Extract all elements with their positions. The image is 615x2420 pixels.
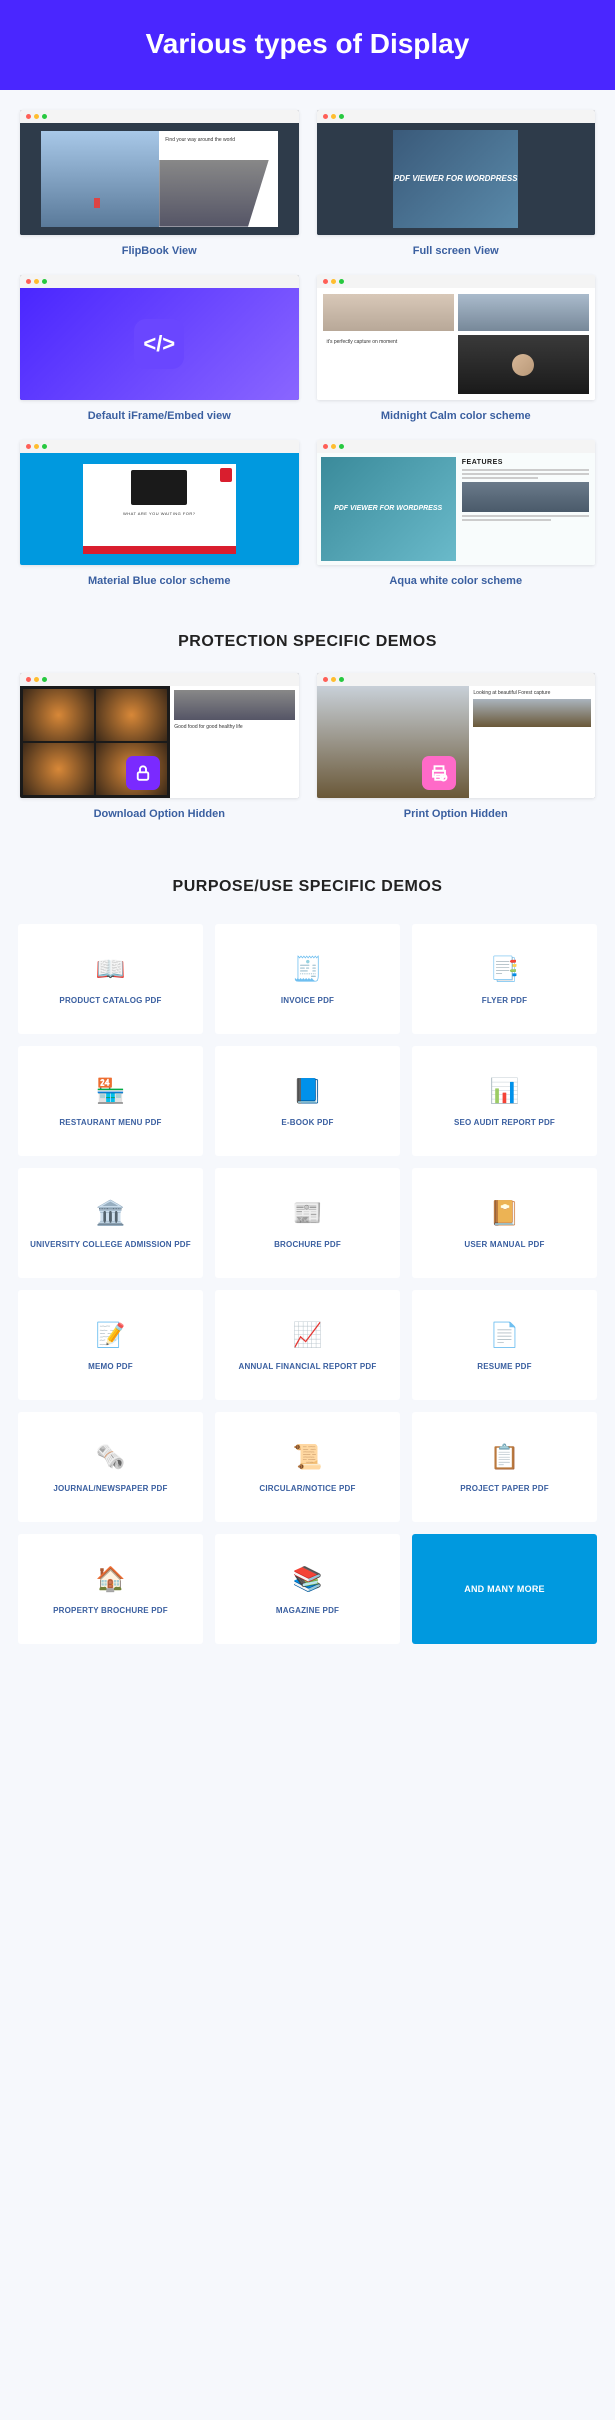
purpose-tile-1[interactable]: 🧾 INVOICE PDF	[215, 924, 400, 1034]
display-card-flipbook[interactable]: Find your way around the world FlipBook …	[20, 110, 299, 257]
purpose-tile-5[interactable]: 📊 SEO AUDIT REPORT PDF	[412, 1046, 597, 1156]
display-card-midnight[interactable]: it's perfectly capture on moment Midnigh…	[317, 275, 596, 422]
caption: Download Option Hidden	[94, 808, 225, 820]
tile-label: MEMO PDF	[82, 1362, 139, 1371]
purpose-tile-17[interactable]: AND MANY MORE	[412, 1534, 597, 1644]
tile-icon: 📈	[292, 1320, 324, 1352]
display-card-fullscreen[interactable]: PDF VIEWER FOR WORDPRESS Full screen Vie…	[317, 110, 596, 257]
code-icon: </>	[134, 319, 184, 369]
download-hidden-thumb: Good food for good healthy life	[20, 673, 299, 798]
tile-icon: 📊	[489, 1076, 521, 1108]
tile-label: AND MANY MORE	[458, 1584, 550, 1594]
purpose-tile-7[interactable]: 📰 BROCHURE PDF	[215, 1168, 400, 1278]
tile-label: UNIVERSITY COLLEGE ADMISSION PDF	[24, 1240, 197, 1249]
pdf-cover-text: PDF VIEWER FOR WORDPRESS	[393, 130, 518, 229]
tile-label: MAGAZINE PDF	[270, 1606, 345, 1615]
tile-label: INVOICE PDF	[275, 996, 340, 1005]
caption: FlipBook View	[122, 245, 197, 257]
tile-label: RESUME PDF	[471, 1362, 537, 1371]
print-disabled-icon	[422, 756, 456, 790]
midnight-thumb: it's perfectly capture on moment	[317, 275, 596, 400]
flipbook-thumb: Find your way around the world	[20, 110, 299, 235]
tile-label: USER MANUAL PDF	[458, 1240, 550, 1249]
display-card-material-blue[interactable]: WHAT ARE YOU WAITING FOR? Material Blue …	[20, 440, 299, 587]
material-blue-thumb: WHAT ARE YOU WAITING FOR?	[20, 440, 299, 565]
aqua-features-title: FEATURES	[462, 459, 589, 466]
purpose-tile-0[interactable]: 📖 PRODUCT CATALOG PDF	[18, 924, 203, 1034]
purpose-tile-2[interactable]: 📑 FLYER PDF	[412, 924, 597, 1034]
aqua-cover-text: PDF VIEWER FOR WORDPRESS	[321, 457, 456, 561]
tile-label: E-BOOK PDF	[275, 1118, 339, 1127]
aqua-thumb: PDF VIEWER FOR WORDPRESS FEATURES	[317, 440, 596, 565]
caption: Print Option Hidden	[404, 808, 508, 820]
caption: Default iFrame/Embed view	[88, 410, 231, 422]
purpose-section-title: PURPOSE/USE SPECIFIC DEMOS	[0, 878, 615, 896]
caption: Aqua white color scheme	[389, 575, 522, 587]
purpose-tile-9[interactable]: 📝 MEMO PDF	[18, 1290, 203, 1400]
tile-label: JOURNAL/NEWSPAPER PDF	[47, 1484, 173, 1493]
purpose-tile-4[interactable]: 📘 E-BOOK PDF	[215, 1046, 400, 1156]
purpose-tile-13[interactable]: 📜 CIRCULAR/NOTICE PDF	[215, 1412, 400, 1522]
hero-title: Various types of Display	[0, 28, 615, 60]
display-card-iframe[interactable]: </> Default iFrame/Embed view	[20, 275, 299, 422]
protection-card-print-hidden[interactable]: Looking at beautiful Forest capture Prin…	[317, 673, 596, 820]
fullscreen-thumb: PDF VIEWER FOR WORDPRESS	[317, 110, 596, 235]
purpose-tile-16[interactable]: 📚 MAGAZINE PDF	[215, 1534, 400, 1644]
forest-text: Looking at beautiful Forest capture	[473, 690, 591, 696]
purpose-tile-10[interactable]: 📈 ANNUAL FINANCIAL REPORT PDF	[215, 1290, 400, 1400]
purpose-tile-8[interactable]: 📔 USER MANUAL PDF	[412, 1168, 597, 1278]
purpose-tile-3[interactable]: 🏪 RESTAURANT MENU PDF	[18, 1046, 203, 1156]
caption: Full screen View	[413, 245, 499, 257]
lock-icon	[126, 756, 160, 790]
tile-label: FLYER PDF	[476, 996, 534, 1005]
tile-icon: 🏪	[95, 1076, 127, 1108]
food-text: Good food for good healthy life	[174, 724, 294, 730]
tile-label: BROCHURE PDF	[268, 1240, 347, 1249]
tile-icon: 📚	[292, 1564, 324, 1596]
purpose-tile-14[interactable]: 📋 PROJECT PAPER PDF	[412, 1412, 597, 1522]
tile-label: PROPERTY BROCHURE PDF	[47, 1606, 174, 1615]
print-hidden-thumb: Looking at beautiful Forest capture	[317, 673, 596, 798]
book-text: Find your way around the world	[159, 131, 277, 160]
tile-icon: 🏛️	[95, 1198, 127, 1230]
iframe-thumb: </>	[20, 275, 299, 400]
tile-icon: 📘	[292, 1076, 324, 1108]
tile-label: CIRCULAR/NOTICE PDF	[253, 1484, 361, 1493]
caption: Material Blue color scheme	[88, 575, 230, 587]
tile-icon: 📖	[95, 954, 127, 986]
tile-label: PROJECT PAPER PDF	[454, 1484, 555, 1493]
tile-icon: 📄	[489, 1320, 521, 1352]
caption: Midnight Calm color scheme	[381, 410, 531, 422]
tile-icon: 📜	[292, 1442, 324, 1474]
macbook-text: WHAT ARE YOU WAITING FOR?	[123, 511, 196, 516]
tile-icon: 📔	[489, 1198, 521, 1230]
tile-icon: 📋	[489, 1442, 521, 1474]
display-card-aqua[interactable]: PDF VIEWER FOR WORDPRESS FEATURES Aqua w…	[317, 440, 596, 587]
protection-section-title: PROTECTION SPECIFIC DEMOS	[0, 633, 615, 651]
purpose-tile-6[interactable]: 🏛️ UNIVERSITY COLLEGE ADMISSION PDF	[18, 1168, 203, 1278]
tile-label: ANNUAL FINANCIAL REPORT PDF	[233, 1362, 383, 1371]
tile-label: SEO AUDIT REPORT PDF	[448, 1118, 561, 1127]
tile-icon: 🧾	[292, 954, 324, 986]
tile-label: PRODUCT CATALOG PDF	[53, 996, 167, 1005]
purpose-tile-15[interactable]: 🏠 PROPERTY BROCHURE PDF	[18, 1534, 203, 1644]
midnight-text: it's perfectly capture on moment	[323, 335, 454, 394]
tile-icon: 📑	[489, 954, 521, 986]
protection-card-download-hidden[interactable]: Good food for good healthy life Download…	[20, 673, 299, 820]
tile-icon: 🏠	[95, 1564, 127, 1596]
tile-icon: 📰	[292, 1198, 324, 1230]
tile-icon: 📝	[95, 1320, 127, 1352]
purpose-tile-12[interactable]: 🗞️ JOURNAL/NEWSPAPER PDF	[18, 1412, 203, 1522]
tile-icon: 🗞️	[95, 1442, 127, 1474]
tile-label: RESTAURANT MENU PDF	[53, 1118, 167, 1127]
purpose-tile-11[interactable]: 📄 RESUME PDF	[412, 1290, 597, 1400]
hero-banner: Various types of Display	[0, 0, 615, 90]
